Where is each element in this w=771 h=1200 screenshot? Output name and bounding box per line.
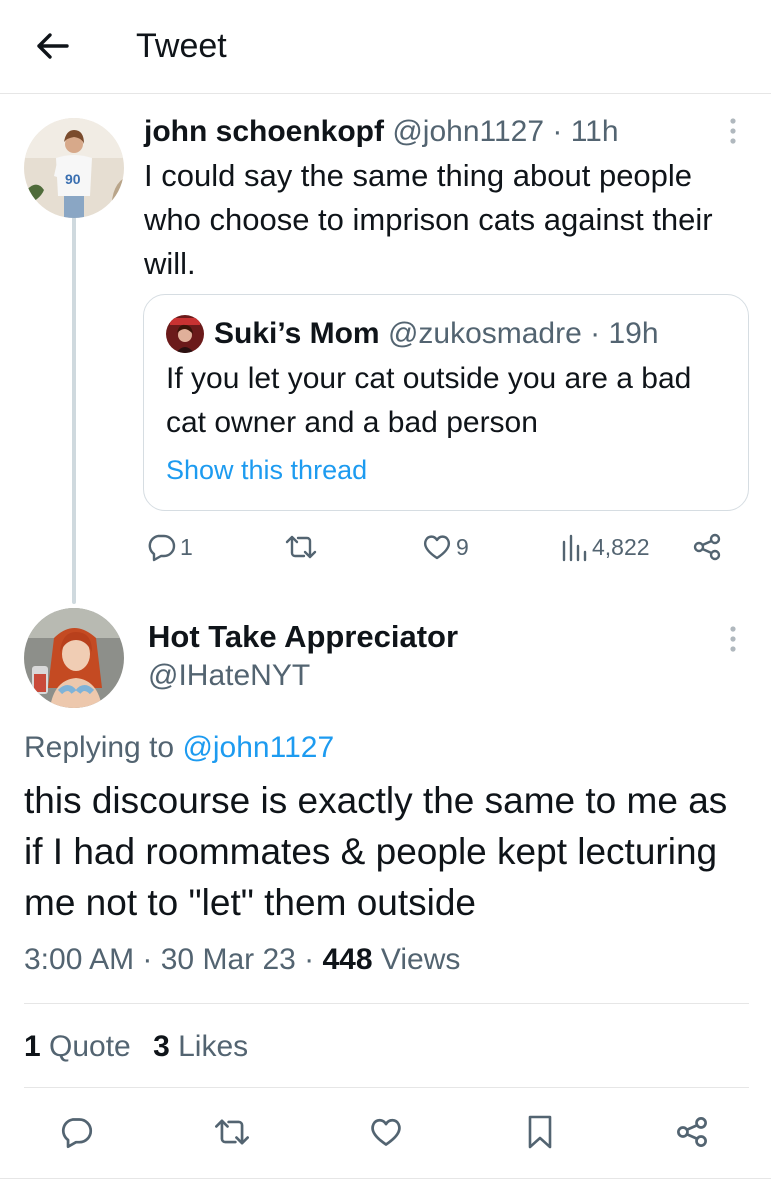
thread-connector: [72, 192, 76, 604]
engagement-stats: 1 Quote 3 Likes: [24, 1027, 248, 1067]
views-icon: [562, 534, 587, 562]
bookmark-button[interactable]: [512, 1104, 568, 1160]
replying-handle-link[interactable]: @john1127: [182, 731, 334, 764]
separator: ·: [581, 317, 609, 350]
back-arrow-icon: [37, 33, 69, 59]
quotes-stat[interactable]: 1 Quote: [24, 1030, 131, 1063]
likes-label: Likes: [169, 1030, 249, 1063]
like-icon: [371, 1118, 401, 1146]
reply-icon: [61, 1118, 93, 1149]
likes-stat[interactable]: 3 Likes: [153, 1030, 248, 1063]
top-bar: Tweet: [0, 0, 771, 94]
retweet-button[interactable]: [284, 532, 318, 562]
show-thread-link[interactable]: Show this thread: [166, 453, 367, 487]
views-button[interactable]: 4,822: [560, 532, 650, 562]
tweet-text: this discourse is exactly the same to me…: [24, 780, 728, 923]
share-icon: [677, 1117, 707, 1147]
reply-count: 1: [180, 533, 193, 560]
tweet-meta: 3:00 AM · 30 Mar 23 · 448 Views: [24, 940, 460, 980]
separator: ·: [295, 943, 323, 976]
tweet-time[interactable]: 3:00 AM: [24, 943, 134, 976]
quoted-tweet-card[interactable]: Suki’s Mom @zukosmadre · 19h If you let …: [143, 294, 749, 511]
author-handle: @zukosmadre: [387, 317, 582, 350]
share-button[interactable]: [692, 532, 722, 562]
avatar[interactable]: [166, 315, 204, 353]
page-title: Tweet: [136, 27, 227, 65]
like-icon: [423, 535, 451, 560]
more-button[interactable]: [712, 624, 754, 654]
author-name[interactable]: john schoenkopf: [144, 115, 384, 148]
quoted-tweet-text: If you let your cat outside you are a ba…: [166, 362, 692, 439]
like-button[interactable]: [358, 1104, 414, 1160]
back-button[interactable]: [30, 24, 74, 68]
share-button[interactable]: [664, 1104, 720, 1160]
retweet-icon: [215, 1119, 249, 1145]
quoted-tweet-header: Suki’s Mom @zukosmadre · 19h: [214, 315, 659, 353]
tweet-time: 19h: [608, 317, 659, 350]
svg-text:90: 90: [65, 171, 81, 187]
reply-button[interactable]: [48, 1104, 104, 1160]
separator: ·: [134, 943, 161, 976]
view-count: 448: [322, 943, 373, 976]
views-label: Views: [372, 943, 461, 976]
divider: [0, 1178, 771, 1179]
view-count: 4,822: [592, 533, 650, 560]
bookmark-icon: [528, 1115, 552, 1149]
retweet-button[interactable]: [204, 1104, 260, 1160]
quotes-count: 1: [24, 1030, 41, 1063]
avatar[interactable]: [24, 608, 124, 708]
reply-button[interactable]: 1: [146, 532, 193, 562]
likes-count: 3: [153, 1030, 170, 1063]
share-icon: [693, 533, 721, 561]
like-count: 9: [456, 533, 469, 560]
author-handle[interactable]: @john1127: [392, 115, 544, 148]
parent-tweet-header: john schoenkopf @john1127 · 11h: [144, 114, 619, 150]
avatar[interactable]: 90: [24, 118, 124, 218]
tweet-text: I could say the same thing about people …: [144, 158, 713, 281]
author-name[interactable]: Hot Take Appreciator: [148, 618, 458, 656]
reply-icon: [148, 534, 176, 562]
separator: ·: [544, 115, 571, 148]
tweet-time[interactable]: 11h: [571, 115, 619, 148]
retweet-icon: [285, 535, 317, 559]
replying-prefix: Replying to: [24, 731, 183, 764]
replying-to: Replying to @john1127: [24, 728, 334, 768]
more-button[interactable]: [712, 116, 754, 146]
quotes-label: Quote: [40, 1030, 131, 1063]
tweet-date[interactable]: 30 Mar 23: [161, 943, 296, 976]
author-handle[interactable]: @IHateNYT: [148, 657, 310, 695]
author-name: Suki’s Mom: [214, 317, 380, 350]
more-icon: [730, 626, 736, 652]
more-icon: [730, 118, 736, 144]
divider: [24, 1087, 749, 1088]
like-button[interactable]: 9: [422, 532, 469, 562]
divider: [24, 1003, 749, 1004]
